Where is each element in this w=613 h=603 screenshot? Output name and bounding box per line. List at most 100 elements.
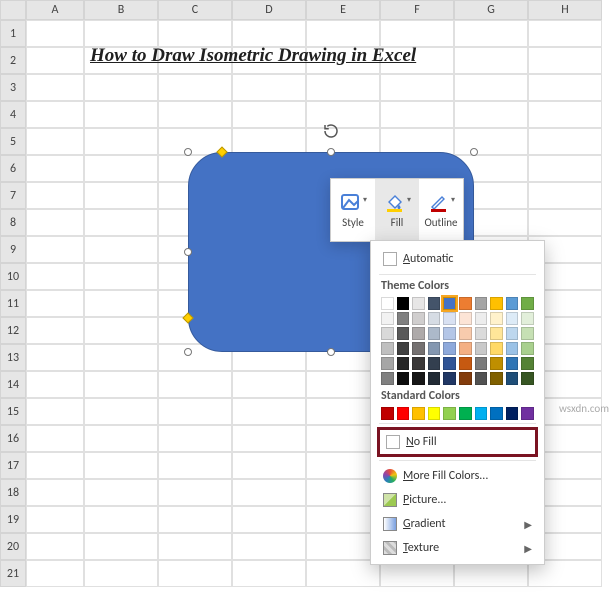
picture-item[interactable]: Picture... [379, 488, 536, 512]
cell-B18[interactable] [84, 479, 158, 506]
theme-shade-swatch[interactable] [459, 357, 472, 370]
cell-A13[interactable] [26, 344, 84, 371]
gradient-item[interactable]: Gradient ▶ [379, 512, 536, 536]
cell-A12[interactable] [26, 317, 84, 344]
theme-shade-swatch[interactable] [506, 312, 519, 325]
theme-shade-swatch[interactable] [397, 372, 410, 385]
theme-shade-swatch[interactable] [475, 372, 488, 385]
resize-handle[interactable] [470, 148, 478, 156]
row-header-5[interactable]: 5 [0, 128, 26, 155]
theme-shade-swatch[interactable] [490, 342, 503, 355]
col-header-A[interactable]: A [26, 0, 84, 20]
theme-color-swatch[interactable] [381, 297, 394, 310]
cell-E1[interactable] [306, 20, 380, 47]
standard-color-swatch[interactable] [381, 407, 394, 420]
cell-B21[interactable] [84, 560, 158, 587]
theme-shade-swatch[interactable] [397, 327, 410, 340]
row-header-15[interactable]: 15 [0, 398, 26, 425]
theme-shade-swatch[interactable] [428, 357, 441, 370]
col-header-B[interactable]: B [84, 0, 158, 20]
cell-D20[interactable] [232, 533, 306, 560]
theme-shade-swatch[interactable] [381, 342, 394, 355]
theme-shade-swatch[interactable] [381, 357, 394, 370]
cell-C15[interactable] [158, 398, 232, 425]
standard-color-swatch[interactable] [428, 407, 441, 420]
cell-A8[interactable] [26, 209, 84, 236]
row-header-9[interactable]: 9 [0, 236, 26, 263]
theme-shade-swatch[interactable] [459, 327, 472, 340]
theme-shade-swatch[interactable] [459, 372, 472, 385]
theme-shade-swatch[interactable] [459, 312, 472, 325]
row-header-14[interactable]: 14 [0, 371, 26, 398]
cell-A10[interactable] [26, 263, 84, 290]
cell-E19[interactable] [306, 506, 380, 533]
cell-B4[interactable] [84, 101, 158, 128]
standard-color-swatch[interactable] [490, 407, 503, 420]
cell-A7[interactable] [26, 182, 84, 209]
standard-color-swatch[interactable] [506, 407, 519, 420]
cell-A16[interactable] [26, 425, 84, 452]
theme-shade-swatch[interactable] [443, 372, 456, 385]
cell-A15[interactable] [26, 398, 84, 425]
row-header-2[interactable]: 2 [0, 47, 26, 74]
cell-B5[interactable] [84, 128, 158, 155]
cell-A21[interactable] [26, 560, 84, 587]
cell-H4[interactable] [528, 101, 602, 128]
theme-shade-swatch[interactable] [381, 327, 394, 340]
cell-D18[interactable] [232, 479, 306, 506]
cell-D5[interactable] [232, 128, 306, 155]
cell-B12[interactable] [84, 317, 158, 344]
col-header-G[interactable]: G [454, 0, 528, 20]
cell-H3[interactable] [528, 74, 602, 101]
cell-B11[interactable] [84, 290, 158, 317]
cell-A9[interactable] [26, 236, 84, 263]
row-header-10[interactable]: 10 [0, 263, 26, 290]
cell-C17[interactable] [158, 452, 232, 479]
theme-shade-swatch[interactable] [412, 327, 425, 340]
row-header-13[interactable]: 13 [0, 344, 26, 371]
cell-D3[interactable] [232, 74, 306, 101]
cell-G5[interactable] [454, 128, 528, 155]
theme-shade-swatch[interactable] [412, 342, 425, 355]
theme-shade-swatch[interactable] [397, 357, 410, 370]
automatic-item[interactable]: Automatic [379, 247, 536, 271]
cell-G1[interactable] [454, 20, 528, 47]
theme-color-swatch[interactable] [459, 297, 472, 310]
theme-shade-swatch[interactable] [412, 372, 425, 385]
theme-shade-swatch[interactable] [397, 342, 410, 355]
theme-color-swatch[interactable] [428, 297, 441, 310]
standard-color-swatch[interactable] [521, 407, 534, 420]
no-fill-item[interactable]: No Fill [382, 430, 533, 454]
cell-A1[interactable] [26, 20, 84, 47]
cell-A17[interactable] [26, 452, 84, 479]
cell-D19[interactable] [232, 506, 306, 533]
cell-C14[interactable] [158, 371, 232, 398]
texture-item[interactable]: Texture ▶ [379, 536, 536, 560]
cell-B10[interactable] [84, 263, 158, 290]
cell-E20[interactable] [306, 533, 380, 560]
col-header-F[interactable]: F [380, 0, 454, 20]
cell-B8[interactable] [84, 209, 158, 236]
row-header-20[interactable]: 20 [0, 533, 26, 560]
theme-shade-swatch[interactable] [443, 312, 456, 325]
outline-button[interactable]: ▾ Outline [419, 179, 463, 241]
cell-H2[interactable] [528, 47, 602, 74]
theme-shade-swatch[interactable] [521, 312, 534, 325]
row-header-18[interactable]: 18 [0, 479, 26, 506]
theme-shade-swatch[interactable] [490, 372, 503, 385]
theme-color-swatch[interactable] [412, 297, 425, 310]
cell-A6[interactable] [26, 155, 84, 182]
theme-shade-swatch[interactable] [381, 372, 394, 385]
theme-shade-swatch[interactable] [397, 312, 410, 325]
cell-D15[interactable] [232, 398, 306, 425]
cell-E5[interactable] [306, 128, 380, 155]
cell-B15[interactable] [84, 398, 158, 425]
row-header-17[interactable]: 17 [0, 452, 26, 479]
row-header-12[interactable]: 12 [0, 317, 26, 344]
cell-G2[interactable] [454, 47, 528, 74]
row-header-3[interactable]: 3 [0, 74, 26, 101]
cell-A14[interactable] [26, 371, 84, 398]
cell-C3[interactable] [158, 74, 232, 101]
cell-E17[interactable] [306, 452, 380, 479]
theme-shade-swatch[interactable] [506, 372, 519, 385]
